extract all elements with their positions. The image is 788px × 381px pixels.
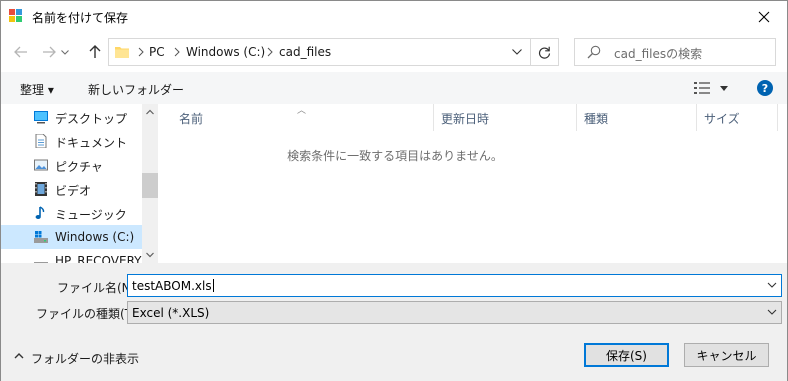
close-icon [758, 11, 770, 22]
column-header-name[interactable]: 名前 [158, 104, 433, 131]
drive-icon [34, 262, 48, 263]
nav-item-videos[interactable]: ビデオ [1, 177, 142, 201]
video-icon [35, 182, 47, 196]
breadcrumb-folder[interactable]: cad_files [279, 45, 331, 59]
forward-button[interactable] [38, 41, 60, 63]
column-label: 更新日時 [441, 112, 490, 126]
help-button[interactable]: ? [757, 80, 773, 96]
column-label: 種類 [584, 112, 609, 126]
filetype-select[interactable]: Excel (*.XLS) [127, 301, 782, 324]
save-as-dialog: 名前を付けて保存 PC Windows (C:) cad_files cad_f… [0, 0, 788, 381]
arrow-up-icon [89, 45, 101, 58]
arrow-right-icon [43, 46, 56, 58]
chevron-right-icon [138, 47, 144, 57]
nav-label: Windows (C:) [55, 230, 135, 244]
folder-icon [115, 47, 129, 58]
app-icon [9, 9, 22, 22]
nav-item-music[interactable]: ミュージック [1, 201, 142, 225]
organize-button[interactable]: 整理 ▾ [20, 81, 54, 98]
column-label: 名前 [179, 112, 204, 126]
address-dropdown-button[interactable] [503, 39, 531, 65]
address-row: PC Windows (C:) cad_files cad_filesの検索 [1, 32, 787, 72]
chevron-up-icon [14, 353, 24, 359]
column-header-type[interactable]: 種類 [563, 104, 676, 131]
chevron-right-icon [174, 47, 180, 57]
nav-label: デスクトップ [55, 112, 128, 126]
nav-item-pictures[interactable]: ピクチャ [1, 153, 142, 177]
nav-label: ビデオ [55, 184, 92, 198]
chevron-down-icon [61, 49, 69, 55]
nav-label: HP_RECOVERY ( [55, 254, 150, 263]
search-input[interactable]: cad_filesの検索 [574, 38, 776, 66]
new-folder-button[interactable]: 新しいフォルダー [88, 81, 184, 98]
nav-scrollbar[interactable] [142, 104, 158, 263]
desktop-icon [34, 111, 48, 124]
chevron-right-icon [267, 47, 273, 57]
nav-label: ピクチャ [55, 160, 103, 174]
title-bar: 名前を付けて保存 [1, 1, 787, 32]
column-divider[interactable] [777, 104, 778, 131]
scroll-down-icon [146, 252, 154, 258]
back-button[interactable] [10, 41, 32, 63]
refresh-button[interactable] [531, 38, 559, 66]
navigation-pane: デスクトップ ドキュメント ピクチャ ビデオ ミュージック Windows (C… [1, 104, 158, 263]
text-caret [212, 279, 214, 292]
scroll-up-icon [146, 109, 154, 115]
search-placeholder: cad_filesの検索 [614, 47, 703, 61]
column-header-size[interactable]: サイズ [683, 104, 778, 131]
arrow-left-icon [14, 46, 27, 58]
nav-item-windows-drive[interactable]: Windows (C:) [1, 225, 142, 249]
chevron-down-icon [767, 309, 777, 315]
music-icon [35, 206, 45, 219]
column-label: サイズ [704, 112, 740, 126]
recent-locations-button[interactable] [59, 41, 71, 63]
window-title: 名前を付けて保存 [32, 11, 129, 25]
chevron-down-icon [512, 49, 522, 55]
document-icon [35, 134, 47, 148]
nav-item-documents[interactable]: ドキュメント [1, 129, 142, 153]
caret-down-icon [720, 86, 728, 91]
breadcrumb-drive[interactable]: Windows (C:) [186, 45, 265, 59]
empty-message: 検索条件に一致する項目はありません。 [287, 149, 503, 163]
drive-icon [34, 231, 48, 243]
filename-field[interactable]: testABOM.xls [127, 274, 782, 297]
hide-folders-toggle[interactable]: フォルダーの非表示 [14, 350, 139, 367]
file-list: ︿ 名前 更新日時 種類 サイズ 検索条件に一致する項目はありません。 [158, 104, 787, 263]
save-options-panel: ファイル名(N): testABOM.xls ファイルの種類(T): Excel… [1, 263, 787, 381]
search-icon [587, 45, 601, 59]
nav-label: ミュージック [55, 208, 127, 222]
filename-text: testABOM.xls [132, 279, 212, 293]
view-options-button[interactable] [692, 80, 732, 96]
address-bar[interactable]: PC Windows (C:) cad_files [108, 38, 531, 66]
column-header-date[interactable]: 更新日時 [420, 104, 563, 131]
nav-label: ドキュメント [55, 136, 128, 150]
details-view-icon [694, 82, 710, 94]
scroll-thumb[interactable] [142, 173, 158, 198]
pictures-icon [34, 159, 48, 171]
command-toolbar: 整理 ▾ 新しいフォルダー ? [1, 72, 787, 104]
nav-item-recovery-drive[interactable]: HP_RECOVERY ( [1, 249, 150, 263]
filetype-label: ファイルの種類(T): [36, 307, 141, 321]
chevron-down-icon[interactable] [767, 280, 777, 290]
help-icon: ? [761, 81, 769, 95]
filetype-value: Excel (*.XLS) [132, 306, 210, 320]
up-button[interactable] [84, 41, 106, 63]
breadcrumb-pc[interactable]: PC [149, 45, 165, 59]
cancel-button[interactable]: キャンセル [684, 343, 769, 367]
hide-folders-label: フォルダーの非表示 [31, 352, 140, 366]
close-button[interactable] [741, 1, 787, 32]
filename-value: testABOM.xls [132, 279, 214, 293]
nav-item-desktop[interactable]: デスクトップ [1, 105, 142, 129]
save-button[interactable]: 保存(S) [584, 343, 669, 367]
refresh-icon [538, 46, 551, 59]
